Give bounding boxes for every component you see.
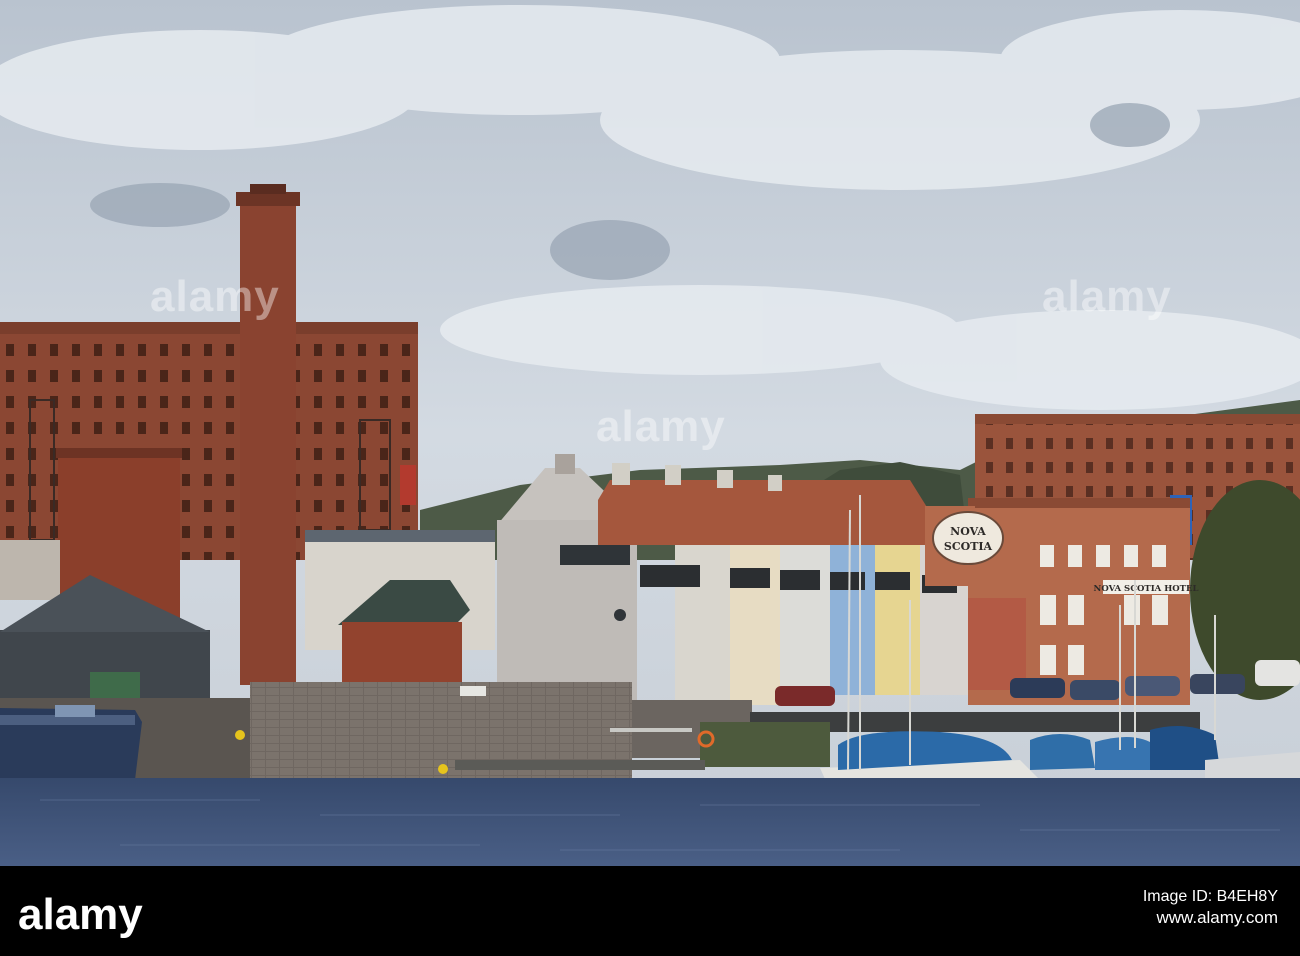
sign-line-2: SCOTIA: [944, 540, 993, 553]
harbour-water: [0, 778, 1300, 866]
footer-logo: alamy: [18, 890, 143, 939]
photo: NOVA SCOTIA NOVA SCOTIA HOTEL alamy alam…: [0, 0, 1300, 866]
nova-scotia-sign: [932, 511, 1004, 565]
sign-line-1: NOVA: [950, 525, 986, 538]
watermark: alamy: [150, 272, 280, 321]
pontoon: [455, 760, 705, 770]
blue-fishing-boat: [0, 705, 142, 780]
watermark: alamy: [1042, 272, 1172, 321]
chimney: [240, 195, 296, 685]
hotel-sign: NOVA SCOTIA HOTEL: [1094, 584, 1199, 594]
footer-bar: alamy Image ID: B4EH8Y www.alamy.com: [0, 866, 1300, 956]
image-id-label: Image ID: B4EH8Y: [1142, 888, 1278, 905]
watermark: alamy: [596, 402, 726, 451]
footer-url: www.alamy.com: [1156, 908, 1278, 927]
